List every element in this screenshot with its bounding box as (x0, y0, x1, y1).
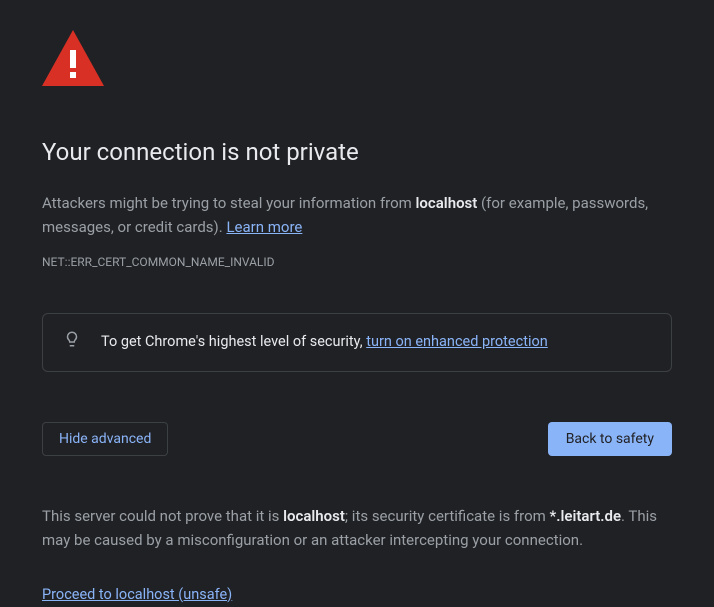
button-row: Hide advanced Back to safety (42, 422, 672, 456)
enhanced-protection-link[interactable]: turn on enhanced protection (366, 333, 548, 350)
advanced-details: This server could not prove that it is l… (42, 504, 672, 552)
description-prefix: Attackers might be trying to steal your … (42, 194, 416, 212)
lightbulb-icon (63, 330, 81, 355)
learn-more-link[interactable]: Learn more (226, 218, 302, 236)
tip-text: To get Chrome's highest level of securit… (101, 330, 548, 353)
description-host: localhost (416, 194, 478, 212)
tip-prefix: To get Chrome's highest level of securit… (101, 333, 366, 350)
hide-advanced-button[interactable]: Hide advanced (42, 422, 168, 456)
warning-description: Attackers might be trying to steal your … (42, 191, 672, 239)
page-title: Your connection is not private (42, 133, 672, 171)
advanced-prefix: This server could not prove that it is (42, 507, 283, 525)
advanced-host: localhost (283, 507, 345, 525)
advanced-mid: ; its security certificate is from (345, 507, 550, 525)
warning-triangle-icon (42, 30, 672, 93)
enhanced-protection-tip: To get Chrome's highest level of securit… (42, 313, 672, 372)
advanced-cert-domain: *.leitart.de (550, 507, 622, 525)
back-to-safety-button[interactable]: Back to safety (548, 422, 672, 456)
error-code: NET::ERR_CERT_COMMON_NAME_INVALID (42, 253, 672, 272)
proceed-unsafe-link[interactable]: Proceed to localhost (unsafe) (42, 586, 232, 603)
